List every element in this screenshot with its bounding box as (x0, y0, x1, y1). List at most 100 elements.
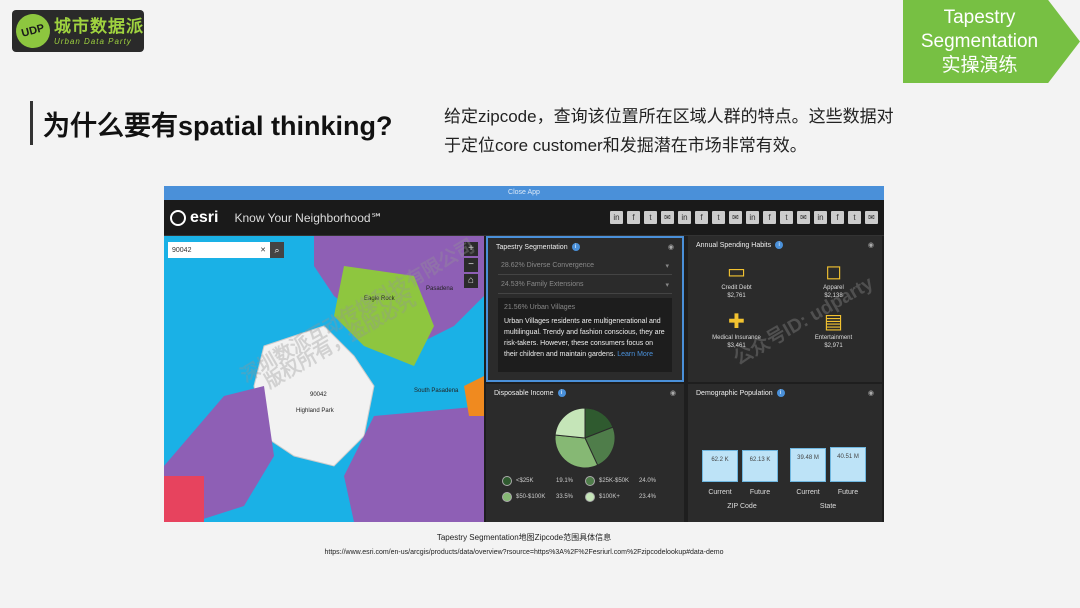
clear-icon[interactable]: ✕ (260, 246, 266, 254)
bar-label: Future (837, 489, 859, 496)
logo-english-name: Urban Data Party (54, 36, 132, 46)
segment-expanded-title: 21.56% Urban Villages (504, 304, 576, 311)
bar-label: Current (708, 489, 732, 496)
panel-title: Annual Spending Habits (696, 241, 772, 249)
spending-item: ▤ Entertainment $2,971 (785, 310, 882, 350)
map-label-zip: 90042 (310, 392, 327, 398)
info-icon[interactable]: i (557, 389, 566, 397)
share-toolbar: in f t ✉ in f t ✉ in f t ✉ in f t ✉ (610, 211, 884, 224)
share-icon[interactable]: t (712, 211, 725, 224)
pie-slice (554, 407, 586, 439)
map-label-place: South Pasadena (414, 388, 459, 394)
segment-expanded: 21.56% Urban Villages Urban Villages res… (498, 298, 672, 372)
eye-icon[interactable]: ◉ (868, 241, 874, 249)
slide-description: 给定zipcode，查询该位置所在区域人群的特点。这些数据对于定位core cu… (444, 107, 894, 155)
share-icon[interactable]: in (610, 211, 623, 224)
share-icon[interactable]: f (763, 211, 776, 224)
population-bars: 62.2 K 62.13 K 39.48 M 40.51 M Current F… (702, 442, 872, 510)
segment-item[interactable]: 28.62% Diverse Convergence ▾ (498, 258, 672, 275)
slide-heading: 为什么要有spatial thinking? (30, 101, 393, 145)
segment-item[interactable]: 24.53% Family Extensions ▾ (498, 277, 672, 294)
income-legend: <$25K 19.1% $25K-$50K 24.0% $50-$100K 33.5%… (486, 474, 684, 504)
map-label-place: Eagle Rock (364, 296, 395, 302)
tag-line-3: 实操演练 (941, 55, 1018, 76)
tag-line-1: Tapestry (943, 7, 1016, 28)
caption-url[interactable]: https://www.esri.com/en-us/arcgis/produc… (164, 549, 884, 556)
logo-mark: UDP (12, 10, 54, 52)
eye-icon[interactable]: ◉ (670, 389, 676, 397)
panel-title: Demographic Population (696, 389, 773, 397)
caption-title: Tapestry Segmentation地图Zipcode范围具体信息 (436, 533, 612, 542)
learn-more-link[interactable]: Learn More (617, 351, 653, 358)
chevron-down-icon: ▾ (665, 263, 669, 270)
zoom-out-button[interactable]: − (464, 258, 478, 272)
esri-logo: esri (170, 209, 218, 227)
globe-icon (170, 209, 186, 226)
income-panel: Disposable Income i ◉ <$25K 19.1% $25K-$50K… (486, 384, 684, 522)
legend-item: $50-$100K 33.5% (502, 492, 585, 502)
map-polygons (164, 236, 484, 522)
chevron-down-icon: ▾ (665, 282, 669, 289)
share-icon[interactable]: f (695, 211, 708, 224)
pop-bar: 40.51 M (830, 447, 866, 482)
tag-line-2: Segmentation (920, 31, 1039, 52)
bar-label: Current (796, 489, 820, 496)
zip-search-box[interactable]: 90042 ✕ ⌕ (168, 242, 284, 258)
home-icon[interactable]: ⌂ (464, 274, 478, 288)
share-icon[interactable]: f (627, 211, 640, 224)
share-icon[interactable]: in (814, 211, 827, 224)
medical-icon: ✚ (728, 311, 745, 333)
spending-item: ▭ Credit Debt $2,761 (688, 260, 785, 300)
tapestry-panel: Tapestry Segmentation i ◉ 28.62% Diverse C… (486, 236, 684, 382)
panel-title: Disposable Income (494, 389, 554, 397)
group-label: ZIP Code (727, 503, 757, 510)
group-label: State (819, 503, 837, 510)
share-icon[interactable]: ✉ (729, 211, 742, 224)
info-icon[interactable]: i (776, 389, 785, 397)
app-title: Know Your Neighborhood℠ (234, 210, 383, 225)
red-region (164, 476, 204, 522)
credit-card-icon: ▭ (727, 261, 746, 283)
panel-title: Tapestry Segmentation (496, 243, 568, 251)
info-icon[interactable]: i (775, 241, 784, 249)
eye-icon[interactable]: ◉ (668, 243, 674, 251)
close-app-button[interactable]: Close App (164, 186, 884, 200)
search-input[interactable]: 90042 (172, 247, 191, 254)
pop-bar: 62.13 K (742, 450, 778, 482)
zoom-in-button[interactable]: + (464, 242, 478, 256)
esri-wordmark: esri (190, 208, 219, 226)
legend-item: <$25K 19.1% (502, 476, 585, 486)
spending-item: ✚ Medical Insurance $3,461 (688, 310, 785, 350)
map-view[interactable]: 90042 ✕ ⌕ + − ⌂ 90042 Highland Park Eagl… (164, 236, 484, 522)
map-label-place: Highland Park (296, 408, 334, 414)
app-header: esri Know Your Neighborhood℠ in f t ✉ in… (164, 200, 884, 236)
section-tag: Tapestry Segmentation 实操演练 (903, 0, 1080, 83)
spending-panel: Annual Spending Habits i ◉ ▭ Credit Debt $2,… (688, 236, 882, 382)
demographic-panel: Demographic Population i ◉ 62.2 K 62.13 K … (688, 384, 882, 522)
film-icon: ▤ (824, 311, 843, 333)
shopping-bag-icon: ◻ (825, 261, 842, 283)
bar-label: Future (749, 489, 771, 496)
search-icon[interactable]: ⌕ (270, 242, 284, 258)
share-icon[interactable]: ✉ (661, 211, 674, 224)
logo-chinese-name: 城市数据派 (54, 16, 144, 36)
share-icon[interactable]: in (678, 211, 691, 224)
slide: UDP 城市数据派 Urban Data Party Tapestry Segm… (0, 0, 1080, 608)
app-screenshot: Close App esri Know Your Neighborhood℠ i… (164, 186, 884, 522)
pop-bar: 62.2 K (702, 450, 738, 482)
share-icon[interactable]: t (848, 211, 861, 224)
share-icon[interactable]: t (644, 211, 657, 224)
eye-icon[interactable]: ◉ (868, 389, 874, 397)
share-icon[interactable]: ✉ (865, 211, 878, 224)
heading-text: 为什么要有spatial thinking? (43, 110, 393, 141)
share-icon[interactable]: f (831, 211, 844, 224)
map-label-place: Pasadena (426, 286, 454, 292)
pop-bar: 39.48 M (790, 448, 826, 482)
income-pie-chart (554, 407, 616, 469)
share-icon[interactable]: t (780, 211, 793, 224)
map-controls: + − ⌂ (464, 242, 478, 288)
share-icon[interactable]: ✉ (797, 211, 810, 224)
info-icon[interactable]: i (571, 243, 580, 251)
share-icon[interactable]: in (746, 211, 759, 224)
spending-item: ◻ Apparel $2,138 (785, 260, 882, 300)
